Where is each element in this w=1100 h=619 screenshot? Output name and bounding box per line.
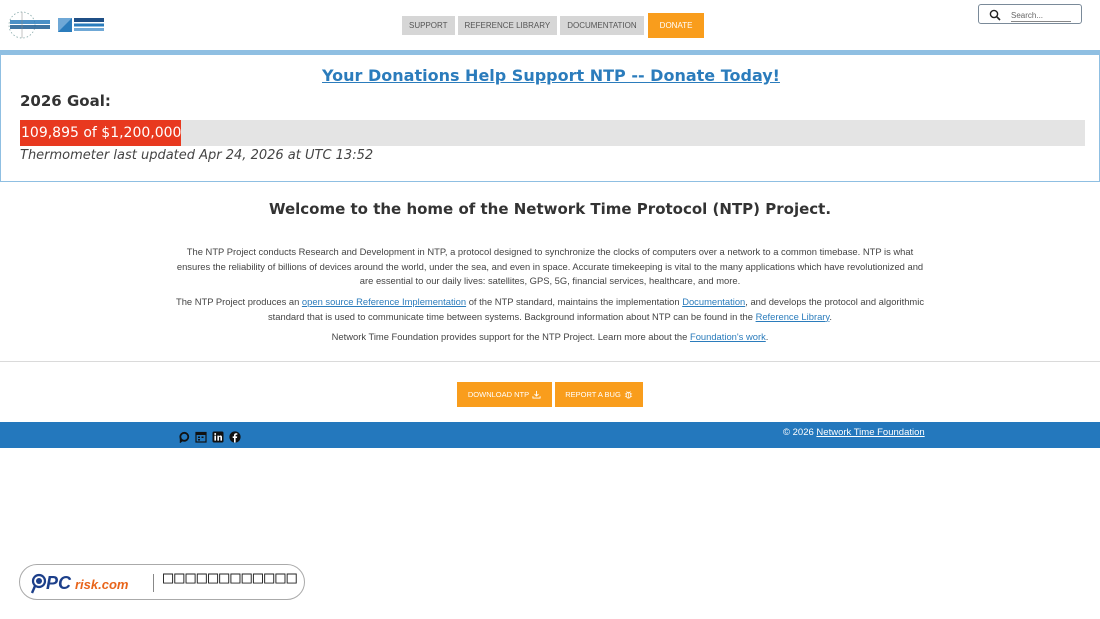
thermometer-updated: Thermometer last updated Apr 24, 2026 at… xyxy=(20,148,374,163)
goal-label: 2026 Goal: xyxy=(20,92,111,110)
search-icon[interactable] xyxy=(989,9,1001,21)
pcrisk-badge: PC risk.com □□□□□□□□□□□□ xyxy=(19,564,305,600)
nav-reference-library[interactable]: REFERENCE LIBRARY xyxy=(457,16,558,35)
p3-text-b: . xyxy=(765,331,769,342)
bug-label: REPORT A BUG xyxy=(565,390,621,399)
bug-icon xyxy=(624,391,633,399)
page-title: Welcome to the home of the Network Time … xyxy=(268,200,832,218)
facebook-icon[interactable] xyxy=(229,430,241,443)
nav-donate[interactable]: DONATE xyxy=(647,13,705,38)
linkedin-icon[interactable] xyxy=(212,430,224,443)
network-time-foundation-logo[interactable] xyxy=(6,9,52,41)
search-box xyxy=(978,4,1082,24)
copyright: © 2026 Network Time Foundation xyxy=(783,427,925,438)
reference-library-link[interactable]: Reference Library xyxy=(756,311,830,322)
site-header: SUPPORT REFERENCE LIBRARY DOCUMENTATION … xyxy=(0,0,1100,50)
badge-separator xyxy=(153,574,154,592)
network-time-protocol-logo[interactable] xyxy=(58,16,106,34)
report-bug-button[interactable]: REPORT A BUG xyxy=(555,382,643,407)
svg-text:risk.com: risk.com xyxy=(75,577,129,592)
p3-text-a: Network Time Foundation provides support… xyxy=(331,331,690,342)
main-nav: SUPPORT REFERENCE LIBRARY DOCUMENTATION … xyxy=(402,13,705,38)
foundation-paragraph: Network Time Foundation provides support… xyxy=(175,330,925,345)
download-label: DOWNLOAD NTP xyxy=(467,390,530,399)
nav-support[interactable]: SUPPORT xyxy=(402,16,455,35)
donate-title-link[interactable]: Your Donations Help Support NTP -- Donat… xyxy=(1,66,1100,85)
thermometer-fill: 109,895 of $1,200,000 xyxy=(20,120,181,146)
site-footer: © 2026 Network Time Foundation xyxy=(0,422,1100,448)
download-ntp-button[interactable]: DOWNLOAD NTP xyxy=(457,382,552,407)
intro-paragraph: The NTP Project conducts Research and De… xyxy=(176,246,924,287)
donation-panel: Your Donations Help Support NTP -- Donat… xyxy=(0,55,1100,182)
svg-text:PC: PC xyxy=(46,573,72,593)
download-icon xyxy=(532,390,541,399)
project-paragraph: The NTP Project produces an open source … xyxy=(175,295,925,324)
thermometer-text: 109,895 of $1,200,000 xyxy=(21,125,182,141)
discourse-icon[interactable] xyxy=(178,430,190,444)
network-time-foundation-link[interactable]: Network Time Foundation xyxy=(816,427,924,438)
social-links xyxy=(178,430,241,444)
p2-text-a: The NTP Project produces an xyxy=(175,296,302,307)
search-input[interactable] xyxy=(1011,10,1071,22)
calendar-icon[interactable] xyxy=(195,430,207,443)
foundations-work-link[interactable]: Foundation's work xyxy=(690,331,766,342)
copyright-prefix: © 2026 xyxy=(783,427,817,438)
donation-thermometer: 109,895 of $1,200,000 xyxy=(20,120,1085,146)
p2-text-d: . xyxy=(829,310,833,322)
badge-tagline: □□□□□□□□□□□□ xyxy=(163,568,298,588)
reference-implementation-link[interactable]: open source Reference Implementation xyxy=(302,296,466,307)
p2-text-b: of the NTP standard, maintains the imple… xyxy=(466,296,683,307)
nav-documentation[interactable]: DOCUMENTATION xyxy=(560,16,644,35)
pcrisk-logo: PC risk.com xyxy=(30,573,129,594)
documentation-link[interactable]: Documentation xyxy=(682,296,745,307)
section-divider xyxy=(0,361,1100,362)
